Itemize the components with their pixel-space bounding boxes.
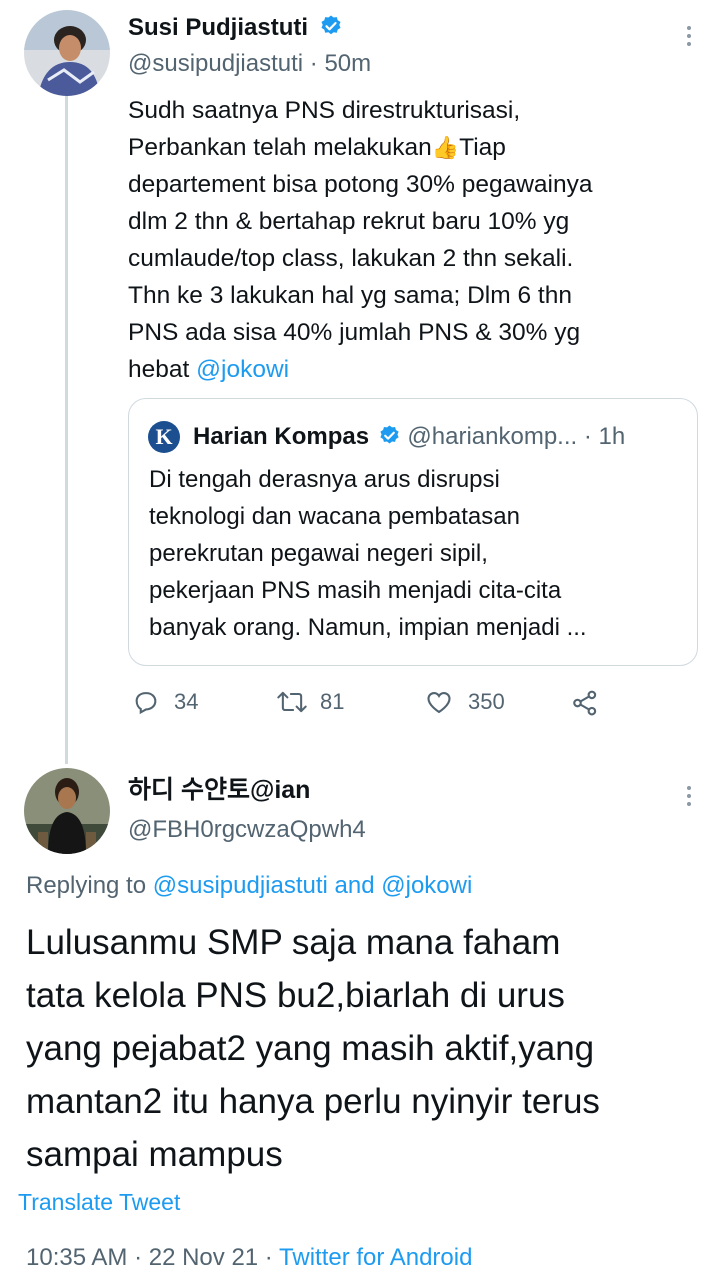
share-icon	[573, 690, 597, 716]
thread-line	[65, 96, 68, 764]
ian-avatar[interactable]	[24, 768, 110, 854]
more-options-icon[interactable]	[682, 22, 696, 50]
quoted-header: Harian Kompas @hariankomp... · 1h	[193, 423, 625, 451]
reply-more-options-icon[interactable]	[682, 782, 696, 810]
replying-to-mentions[interactable]: @susipudjiastuti and @jokowi	[153, 872, 473, 899]
reply-count: 34	[174, 689, 199, 714]
heart-icon	[427, 691, 451, 714]
tweet-text: Sudh saatnya PNS direstrukturisasi, Perb…	[128, 92, 708, 388]
reply-text: Lulusanmu SMP saja mana faham tata kelol…	[26, 923, 600, 1174]
share-action[interactable]	[570, 688, 600, 718]
retweet-action[interactable]: 81	[276, 688, 344, 716]
quoted-author-name: Harian Kompas	[193, 423, 370, 450]
quoted-time: · 1h	[583, 423, 626, 450]
reply-meta: 10:35 AM · 22 Nov 21 · Twitter for Andro…	[26, 1244, 472, 1272]
author-handle-time: @susipudjiastuti · 50m	[128, 50, 372, 77]
reply-author-name[interactable]: 하디 수얀토@ian	[128, 776, 310, 804]
verified-badge-icon	[321, 15, 341, 35]
tweet-text-part2: Tiap departement bisa potong 30% pegawai…	[128, 134, 593, 383]
thumbs-up-emoji: 👍	[431, 135, 460, 160]
mention-jokowi[interactable]: @jokowi	[196, 356, 289, 383]
author-name[interactable]: Susi Pudjiastuti	[128, 14, 308, 41]
verified-badge-icon	[380, 425, 399, 444]
quoted-text: Di tengah derasnya arus disrupsi teknolo…	[149, 466, 587, 641]
reply-action[interactable]: 34	[132, 688, 198, 716]
reply-timestamp[interactable]: 10:35 AM · 22 Nov 21 ·	[26, 1244, 279, 1271]
retweet-count: 81	[320, 689, 345, 714]
kompas-logo: K	[148, 421, 180, 453]
translate-tweet-link[interactable]: Translate Tweet	[18, 1188, 180, 1216]
replying-to-label: Replying to	[26, 872, 153, 899]
susi-avatar[interactable]	[24, 10, 110, 96]
like-action[interactable]: 350	[424, 688, 505, 716]
reply-icon	[135, 692, 157, 715]
reply-source[interactable]: Twitter for Android	[279, 1244, 472, 1271]
replying-to-line: Replying to @susipudjiastuti and @jokowi	[26, 872, 472, 900]
author-name-row: Susi Pudjiastuti	[128, 14, 343, 42]
reply-author-handle: @FBH0rgcwzaQpwh4	[128, 816, 366, 843]
retweet-icon	[277, 691, 307, 713]
quoted-tweet-card[interactable]: K Harian Kompas @hariankomp... · 1h Di t…	[128, 398, 698, 666]
like-count: 350	[468, 689, 505, 714]
quoted-handle: @hariankomp...	[407, 423, 578, 450]
